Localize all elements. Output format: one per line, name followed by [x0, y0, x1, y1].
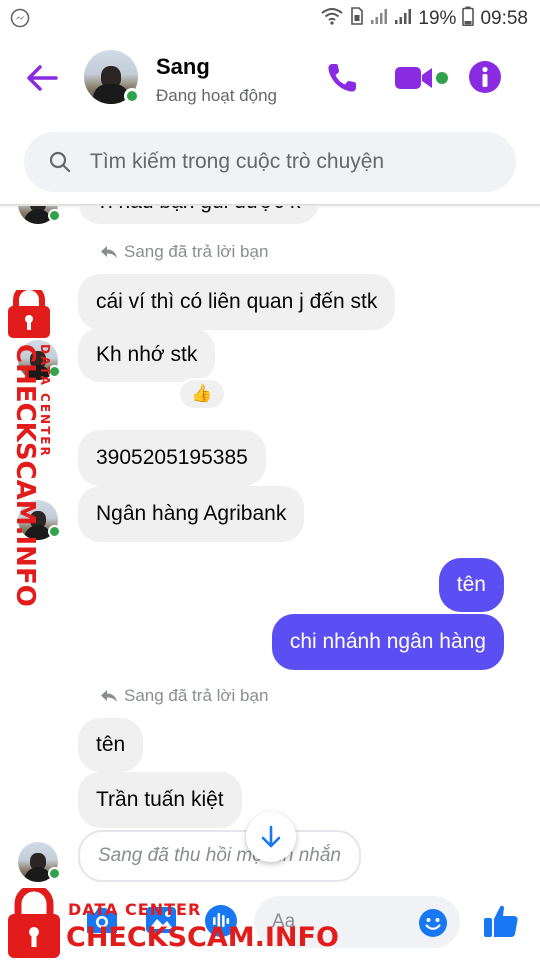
reply-icon — [101, 690, 117, 702]
sim-icon — [350, 7, 364, 31]
reply-note: Sang đã trả lời bạn — [100, 242, 268, 262]
online-indicator — [48, 525, 61, 538]
thumbs-up-icon[interactable] — [482, 902, 520, 940]
sender-avatar[interactable] — [18, 842, 61, 882]
voice-call-button[interactable] — [324, 60, 360, 96]
arrow-down-icon — [261, 825, 281, 848]
message-input-placeholder: Aa — [272, 911, 296, 932]
conversation-header: Sang Đang hoạt động — [0, 36, 540, 120]
back-button[interactable] — [24, 62, 60, 94]
recalled-message-text: Sang đã thu hồi một tin nhắn — [98, 845, 341, 866]
message-text: 3905205195385 — [96, 446, 248, 469]
video-camera-icon — [395, 67, 432, 89]
message-text: Ngân hàng Agribank — [96, 502, 287, 525]
phone-icon — [328, 64, 356, 92]
message-bubble[interactable]: cái ví thì có liên quan j đến stk — [78, 274, 396, 330]
thumbs-up-reaction-icon: 👍 — [191, 384, 213, 403]
message-bubble[interactable]: Trần tuấn kiệt — [78, 772, 242, 828]
search-in-conversation-input[interactable]: Tìm kiếm trong cuộc trò chuyện — [24, 132, 516, 192]
info-button[interactable] — [468, 60, 502, 94]
reply-note-text: Sang đã trả lời bạn — [124, 242, 269, 261]
wifi-icon — [320, 7, 344, 31]
message-text: chi nhánh ngân hàng — [289, 630, 486, 653]
sender-avatar[interactable] — [18, 340, 61, 380]
contact-avatar[interactable] — [84, 50, 140, 104]
message-bubble[interactable]: 3905205195385 — [78, 430, 266, 486]
message-text: tên — [456, 573, 486, 596]
online-indicator — [48, 365, 61, 378]
search-icon — [48, 150, 72, 174]
sender-avatar[interactable] — [18, 206, 61, 224]
messenger-icon — [10, 8, 30, 33]
reply-note-text: Sang đã trả lời bạn — [124, 686, 269, 705]
emoji-icon[interactable] — [418, 908, 448, 938]
message-text: Trần tuấn kiệt — [96, 788, 224, 811]
video-call-button[interactable] — [394, 64, 434, 92]
search-placeholder: Tìm kiếm trong cuộc trò chuyện — [90, 150, 385, 173]
message-text: Ti nau bạn gui được k — [96, 206, 301, 214]
signal-icon-1 — [370, 7, 388, 31]
sent-message-bubble[interactable]: tên — [438, 558, 504, 612]
clock: 09:58 — [480, 8, 528, 29]
video-online-dot — [436, 72, 448, 84]
message-bubble[interactable]: Ngân hàng Agribank — [78, 486, 305, 542]
scroll-to-bottom-button[interactable] — [246, 812, 296, 862]
message-composer: Aa — [0, 882, 540, 960]
online-indicator — [124, 88, 140, 104]
message-list[interactable]: Ti nau bạn gui được k Sang đã trả lời bạ… — [0, 206, 540, 882]
recalled-message: Sang đã thu hồi một tin nhắn — [78, 830, 361, 882]
camera-icon[interactable] — [84, 904, 120, 941]
battery-icon — [462, 6, 475, 32]
sender-avatar[interactable] — [18, 500, 61, 540]
signal-icon-2 — [394, 7, 412, 31]
reply-note: Sang đã trả lời bạn — [100, 686, 268, 706]
gallery-icon[interactable] — [144, 904, 178, 941]
battery-percent: 19% — [418, 8, 457, 29]
more-actions-icon[interactable] — [18, 906, 58, 945]
reply-icon — [101, 246, 117, 258]
message-text: Kh nhớ stk — [96, 343, 198, 366]
contact-status: Đang hoạt động — [156, 86, 277, 105]
reaction-badge[interactable]: 👍 — [178, 378, 226, 410]
message-text: tên — [96, 733, 126, 756]
message-text: cái ví thì có liên quan j đến stk — [96, 290, 378, 313]
message-input[interactable]: Aa — [254, 896, 460, 948]
status-bar: 19% 09:58 — [0, 0, 540, 36]
online-indicator — [48, 867, 61, 880]
info-icon — [469, 61, 501, 93]
back-arrow-icon — [27, 65, 58, 91]
message-bubble[interactable]: Ti nau bạn gui được k — [78, 206, 319, 224]
message-bubble[interactable]: tên — [78, 718, 144, 772]
sent-message-bubble[interactable]: chi nhánh ngân hàng — [271, 614, 504, 670]
voice-message-icon[interactable] — [204, 904, 238, 943]
message-bubble[interactable]: Kh nhớ stk — [78, 328, 216, 382]
contact-name[interactable]: Sang — [156, 54, 210, 80]
online-indicator — [48, 209, 61, 222]
